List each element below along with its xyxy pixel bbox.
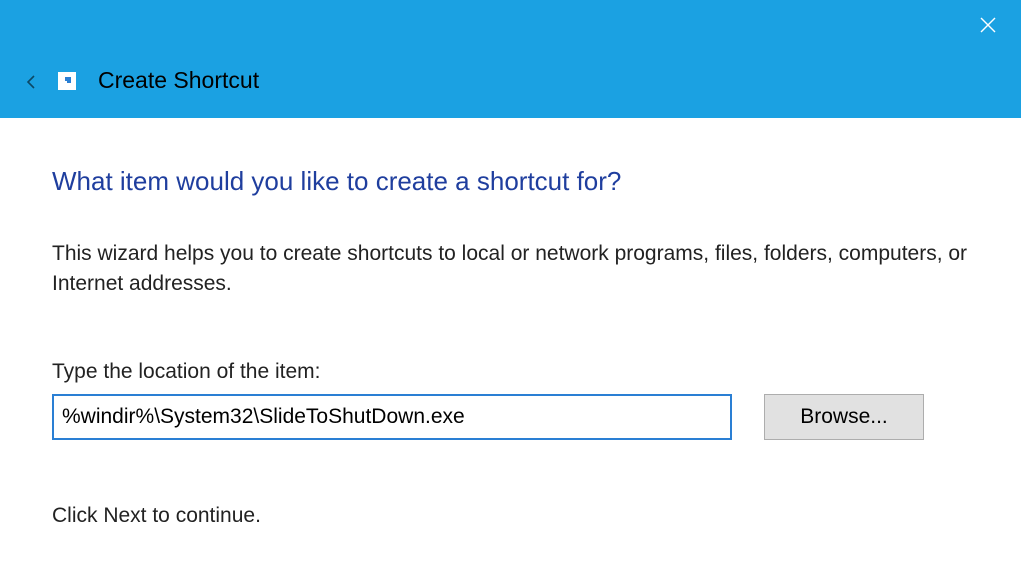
wizard-heading: What item would you like to create a sho… bbox=[52, 166, 969, 197]
close-icon bbox=[978, 15, 998, 35]
continue-hint: Click Next to continue. bbox=[52, 504, 969, 528]
window-title: Create Shortcut bbox=[98, 67, 259, 96]
titlebar: Create Shortcut bbox=[0, 0, 1021, 118]
shortcut-wizard-icon bbox=[58, 72, 76, 90]
location-input[interactable] bbox=[52, 394, 732, 440]
wizard-content: What item would you like to create a sho… bbox=[0, 118, 1021, 528]
wizard-description: This wizard helps you to create shortcut… bbox=[52, 239, 969, 300]
close-button[interactable] bbox=[961, 4, 1015, 46]
browse-button[interactable]: Browse... bbox=[764, 394, 924, 440]
back-button bbox=[20, 70, 44, 94]
back-arrow-icon bbox=[23, 73, 41, 91]
location-label: Type the location of the item: bbox=[52, 360, 969, 384]
location-row: Browse... bbox=[52, 394, 969, 440]
